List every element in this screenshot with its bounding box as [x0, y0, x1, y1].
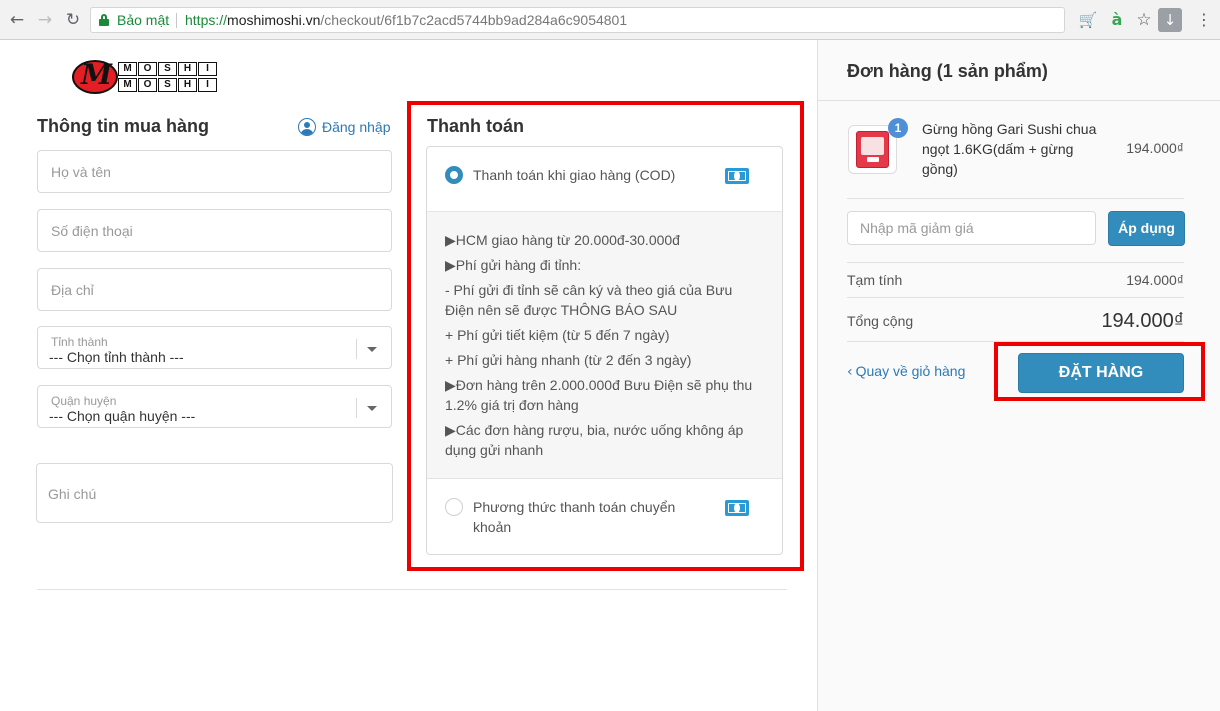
sidebar-divider	[847, 297, 1184, 298]
login-label: Đăng nhập	[322, 119, 391, 135]
district-select[interactable]: Quận huyện --- Chọn quận huyện ---	[37, 385, 392, 428]
lock-icon	[99, 14, 109, 26]
payment-option-transfer[interactable]: Phương thức thanh toán chuyển khoản	[427, 479, 782, 554]
url-text[interactable]: https://moshimoshi.vn/checkout/6f1b7c2ac…	[185, 8, 627, 32]
product-name: Gừng hồng Gari Sushi chua ngọt 1.6KG(dấm…	[922, 121, 1097, 177]
cash-icon	[725, 500, 749, 516]
total-value: 194.000₫	[1101, 310, 1184, 332]
logo-letter: H	[178, 78, 197, 92]
province-label: Tỉnh thành	[51, 335, 108, 349]
cod-detail-line: ▶Đơn hàng trên 2.000.000đ Bưu Điện sẽ ph…	[445, 377, 753, 413]
sidebar-divider	[847, 198, 1184, 199]
back-arrow-icon[interactable]: ←	[6, 9, 28, 31]
url-path: /checkout/6f1b7c2acd5744bb9ad284a6c90548…	[320, 12, 628, 28]
product-image	[856, 131, 889, 168]
discount-code-field[interactable]	[847, 211, 1096, 245]
subtotal-label: Tạm tính	[847, 272, 903, 288]
logo-letter: I	[198, 78, 217, 92]
quantity-badge: 1	[888, 118, 908, 138]
chevron-left-icon: ‹	[847, 364, 853, 380]
transfer-label: Phương thức thanh toán chuyển khoản	[473, 499, 676, 535]
order-title: Đơn hàng (1 sản phẩm)	[847, 61, 1048, 81]
order-summary-sidebar: Đơn hàng (1 sản phẩm) 1 Gừng hồng Gari S…	[817, 40, 1220, 711]
sidebar-divider	[818, 100, 1220, 101]
cod-details: ▶HCM giao hàng từ 20.000đ-30.000đ ▶Phí g…	[427, 211, 782, 479]
logo-mark: M	[81, 58, 112, 91]
phone-input[interactable]	[38, 210, 391, 251]
cod-detail-line: + Phí gửi hàng nhanh (từ 2 đến 3 ngày)	[445, 352, 692, 368]
cod-detail-line: ▶Các đơn hàng rượu, bia, nước uống không…	[445, 422, 744, 458]
sidebar-divider	[847, 262, 1184, 263]
cod-detail-line: ▶HCM giao hàng từ 20.000đ-30.000đ	[445, 232, 680, 248]
url-separator	[176, 13, 177, 28]
forward-arrow-icon[interactable]: →	[34, 9, 56, 31]
reload-icon[interactable]: ↻	[62, 9, 84, 31]
discount-code-input[interactable]	[848, 212, 1095, 244]
transfer-radio[interactable]	[445, 498, 463, 516]
payment-methods: Thanh toán khi giao hàng (COD) ▶HCM giao…	[426, 146, 783, 555]
secure-label: Bảo mật	[117, 12, 170, 28]
bookmark-star-icon[interactable]: ☆	[1133, 9, 1155, 31]
select-divider	[356, 398, 357, 418]
logo-wordmark: M O S H I M O S H I	[118, 62, 217, 94]
logo-letter: H	[178, 62, 197, 76]
phone-field[interactable]	[37, 209, 392, 252]
cod-radio[interactable]	[445, 166, 463, 184]
moshimoshi-logo[interactable]: M M O S H I M O S H I	[72, 58, 218, 98]
buyer-info-title: Thông tin mua hàng	[37, 116, 209, 136]
cod-detail-line: ▶Phí gửi hàng đi tỉnh:	[445, 257, 582, 273]
logo-letter: S	[158, 62, 177, 76]
province-value: --- Chọn tỉnh thành ---	[49, 349, 184, 365]
address-input[interactable]	[38, 269, 391, 310]
url-scheme: https://	[185, 12, 228, 28]
logo-letter: O	[138, 78, 157, 92]
subtotal-value: 194.000₫	[1126, 272, 1184, 288]
select-divider	[356, 339, 357, 359]
browser-menu-icon[interactable]: ⋮	[1193, 9, 1215, 31]
logo-letter: M	[118, 78, 137, 92]
total-label: Tổng cộng	[847, 313, 914, 329]
full-name-input[interactable]	[38, 151, 391, 192]
product-price: 194.000₫	[1126, 140, 1184, 156]
province-select[interactable]: Tỉnh thành --- Chọn tỉnh thành ---	[37, 326, 392, 369]
logo-letter: S	[158, 78, 177, 92]
note-field[interactable]	[36, 463, 393, 523]
payment-option-cod[interactable]: Thanh toán khi giao hàng (COD)	[427, 147, 782, 211]
note-textarea[interactable]	[37, 464, 392, 522]
cod-detail-line: + Phí gửi tiết kiệm (từ 5 đến 7 ngày)	[445, 327, 670, 343]
back-to-cart-link[interactable]: ‹ Quay về giỏ hàng	[847, 363, 965, 380]
logo-letter: O	[138, 62, 157, 76]
payment-title: Thanh toán	[427, 116, 524, 136]
cash-icon	[725, 168, 749, 184]
address-bar[interactable]: Bảo mật https://moshimoshi.vn/checkout/6…	[90, 7, 1065, 33]
logo-row-2: M O S H I	[118, 78, 217, 92]
download-extension-icon[interactable]: ↓	[1158, 8, 1182, 32]
translate-extension-icon[interactable]: à	[1106, 9, 1128, 31]
url-host: moshimoshi.vn	[227, 12, 321, 28]
district-value: --- Chọn quận huyện ---	[49, 408, 196, 424]
logo-letter: I	[198, 62, 217, 76]
place-order-button[interactable]: ĐẶT HÀNG	[1018, 353, 1184, 393]
chevron-down-icon	[367, 406, 377, 411]
content-divider	[37, 589, 787, 590]
cod-detail-line: - Phí gửi đi tỉnh sẽ cân ký và theo giá …	[445, 282, 733, 318]
cart-extension-icon[interactable]: 🛒	[1077, 9, 1099, 31]
user-icon	[298, 118, 316, 136]
back-to-cart-label: Quay về giỏ hàng	[855, 363, 966, 379]
apply-discount-button[interactable]: Áp dụng	[1108, 211, 1185, 246]
login-link[interactable]: Đăng nhập	[298, 118, 391, 136]
browser-toolbar: ← → ↻ Bảo mật https://moshimoshi.vn/chec…	[0, 0, 1220, 40]
logo-row-1: M O S H I	[118, 62, 217, 76]
logo-letter: M	[118, 62, 137, 76]
cod-label: Thanh toán khi giao hàng (COD)	[473, 167, 676, 183]
address-field[interactable]	[37, 268, 392, 311]
district-label: Quận huyện	[51, 394, 117, 408]
full-name-field[interactable]	[37, 150, 392, 193]
chevron-down-icon	[367, 347, 377, 352]
